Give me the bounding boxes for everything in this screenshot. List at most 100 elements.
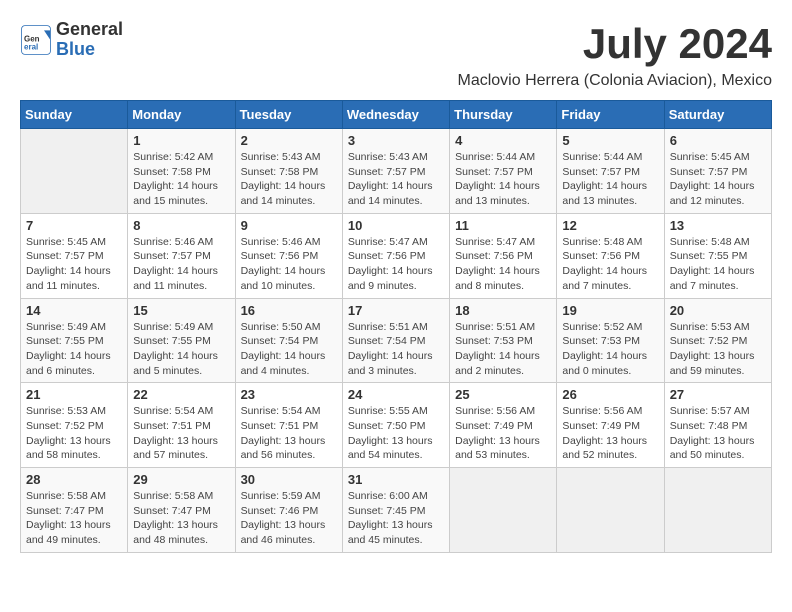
calendar-cell: 15 Sunrise: 5:49 AMSunset: 7:55 PMDayligh…: [128, 298, 235, 383]
day-number: 15: [133, 303, 229, 318]
day-of-week-header: Wednesday: [342, 101, 449, 129]
day-info: Sunrise: 5:46 AMSunset: 7:56 PMDaylight:…: [241, 235, 337, 294]
day-info: Sunrise: 5:53 AMSunset: 7:52 PMDaylight:…: [670, 320, 766, 379]
day-info: Sunrise: 5:46 AMSunset: 7:57 PMDaylight:…: [133, 235, 229, 294]
calendar-cell: 29 Sunrise: 5:58 AMSunset: 7:47 PMDayligh…: [128, 468, 235, 553]
day-number: 30: [241, 472, 337, 487]
day-info: Sunrise: 5:42 AMSunset: 7:58 PMDaylight:…: [133, 150, 229, 209]
day-info: Sunrise: 5:47 AMSunset: 7:56 PMDaylight:…: [455, 235, 551, 294]
day-info: Sunrise: 5:51 AMSunset: 7:54 PMDaylight:…: [348, 320, 444, 379]
logo-blue-text: Blue: [56, 39, 95, 59]
day-number: 23: [241, 387, 337, 402]
calendar-cell: 30 Sunrise: 5:59 AMSunset: 7:46 PMDayligh…: [235, 468, 342, 553]
calendar-cell: 26 Sunrise: 5:56 AMSunset: 7:49 PMDayligh…: [557, 383, 664, 468]
day-info: Sunrise: 5:50 AMSunset: 7:54 PMDaylight:…: [241, 320, 337, 379]
day-number: 7: [26, 218, 122, 233]
calendar-cell: 2Sunrise: 5:43 AMSunset: 7:58 PMDaylight…: [235, 129, 342, 214]
day-info: Sunrise: 5:56 AMSunset: 7:49 PMDaylight:…: [455, 404, 551, 463]
calendar-cell: [557, 468, 664, 553]
day-number: 4: [455, 133, 551, 148]
day-info: Sunrise: 5:54 AMSunset: 7:51 PMDaylight:…: [241, 404, 337, 463]
day-number: 22: [133, 387, 229, 402]
day-info: Sunrise: 5:47 AMSunset: 7:56 PMDaylight:…: [348, 235, 444, 294]
day-number: 11: [455, 218, 551, 233]
title-area: July 2024: [583, 20, 772, 68]
calendar-cell: 11 Sunrise: 5:47 AMSunset: 7:56 PMDayligh…: [450, 213, 557, 298]
calendar-cell: 3 Sunrise: 5:43 AMSunset: 7:57 PMDaylight…: [342, 129, 449, 214]
calendar-cell: 27Sunrise: 5:57 AMSunset: 7:48 PMDayligh…: [664, 383, 771, 468]
day-number: 28: [26, 472, 122, 487]
day-number: 26: [562, 387, 658, 402]
day-info: Sunrise: 5:43 AMSunset: 7:57 PMDaylight:…: [348, 150, 444, 209]
day-number: 27: [670, 387, 766, 402]
calendar-cell: 31Sunrise: 6:00 AMSunset: 7:45 PMDayligh…: [342, 468, 449, 553]
day-info: Sunrise: 5:49 AMSunset: 7:55 PMDaylight:…: [26, 320, 122, 379]
calendar-cell: 16 Sunrise: 5:50 AMSunset: 7:54 PMDayligh…: [235, 298, 342, 383]
calendar-table: SundayMondayTuesdayWednesdayThursdayFrid…: [20, 100, 772, 553]
day-number: 9: [241, 218, 337, 233]
day-info: Sunrise: 5:49 AMSunset: 7:55 PMDaylight:…: [133, 320, 229, 379]
day-info: Sunrise: 5:48 AMSunset: 7:56 PMDaylight:…: [562, 235, 658, 294]
calendar-cell: 20 Sunrise: 5:53 AMSunset: 7:52 PMDayligh…: [664, 298, 771, 383]
day-number: 3: [348, 133, 444, 148]
day-info: Sunrise: 5:43 AMSunset: 7:58 PMDaylight:…: [241, 150, 337, 209]
logo-icon: Gen eral: [20, 24, 52, 56]
day-info: Sunrise: 5:48 AMSunset: 7:55 PMDaylight:…: [670, 235, 766, 294]
day-of-week-header: Friday: [557, 101, 664, 129]
location-title: Maclovio Herrera (Colonia Aviacion), Mex…: [20, 72, 772, 90]
calendar-cell: 17 Sunrise: 5:51 AMSunset: 7:54 PMDayligh…: [342, 298, 449, 383]
day-number: 29: [133, 472, 229, 487]
day-info: Sunrise: 5:58 AMSunset: 7:47 PMDaylight:…: [26, 489, 122, 548]
day-number: 14: [26, 303, 122, 318]
day-number: 21: [26, 387, 122, 402]
calendar-cell: 18Sunrise: 5:51 AMSunset: 7:53 PMDayligh…: [450, 298, 557, 383]
logo-general-text: General: [56, 19, 123, 39]
month-title: July 2024: [583, 20, 772, 68]
calendar-cell: 19 Sunrise: 5:52 AMSunset: 7:53 PMDayligh…: [557, 298, 664, 383]
calendar-cell: 25 Sunrise: 5:56 AMSunset: 7:49 PMDayligh…: [450, 383, 557, 468]
day-number: 12: [562, 218, 658, 233]
day-info: Sunrise: 5:54 AMSunset: 7:51 PMDaylight:…: [133, 404, 229, 463]
calendar-cell: 10 Sunrise: 5:47 AMSunset: 7:56 PMDayligh…: [342, 213, 449, 298]
day-info: Sunrise: 5:59 AMSunset: 7:46 PMDaylight:…: [241, 489, 337, 548]
calendar-cell: 24Sunrise: 5:55 AMSunset: 7:50 PMDayligh…: [342, 383, 449, 468]
day-number: 18: [455, 303, 551, 318]
day-info: Sunrise: 5:44 AMSunset: 7:57 PMDaylight:…: [562, 150, 658, 209]
day-info: Sunrise: 5:53 AMSunset: 7:52 PMDaylight:…: [26, 404, 122, 463]
day-number: 19: [562, 303, 658, 318]
day-number: 17: [348, 303, 444, 318]
calendar-cell: 5 Sunrise: 5:44 AMSunset: 7:57 PMDaylight…: [557, 129, 664, 214]
day-info: Sunrise: 5:52 AMSunset: 7:53 PMDaylight:…: [562, 320, 658, 379]
calendar-cell: 9 Sunrise: 5:46 AMSunset: 7:56 PMDaylight…: [235, 213, 342, 298]
day-number: 31: [348, 472, 444, 487]
day-number: 5: [562, 133, 658, 148]
day-info: Sunrise: 5:44 AMSunset: 7:57 PMDaylight:…: [455, 150, 551, 209]
day-number: 13: [670, 218, 766, 233]
day-number: 6: [670, 133, 766, 148]
day-of-week-header: Sunday: [21, 101, 128, 129]
calendar-cell: 8Sunrise: 5:46 AMSunset: 7:57 PMDaylight…: [128, 213, 235, 298]
svg-text:eral: eral: [24, 42, 38, 51]
day-number: 24: [348, 387, 444, 402]
calendar-cell: 4 Sunrise: 5:44 AMSunset: 7:57 PMDaylight…: [450, 129, 557, 214]
day-number: 1: [133, 133, 229, 148]
calendar-cell: [450, 468, 557, 553]
calendar-cell: 1 Sunrise: 5:42 AMSunset: 7:58 PMDaylight…: [128, 129, 235, 214]
day-info: Sunrise: 5:45 AMSunset: 7:57 PMDaylight:…: [26, 235, 122, 294]
day-number: 25: [455, 387, 551, 402]
day-info: Sunrise: 5:45 AMSunset: 7:57 PMDaylight:…: [670, 150, 766, 209]
day-info: Sunrise: 5:56 AMSunset: 7:49 PMDaylight:…: [562, 404, 658, 463]
day-number: 16: [241, 303, 337, 318]
logo: Gen eral General Blue: [20, 20, 123, 60]
calendar-cell: 7 Sunrise: 5:45 AMSunset: 7:57 PMDaylight…: [21, 213, 128, 298]
day-of-week-header: Thursday: [450, 101, 557, 129]
day-number: 20: [670, 303, 766, 318]
calendar-cell: 23 Sunrise: 5:54 AMSunset: 7:51 PMDayligh…: [235, 383, 342, 468]
day-of-week-header: Tuesday: [235, 101, 342, 129]
calendar-cell: 6 Sunrise: 5:45 AMSunset: 7:57 PMDaylight…: [664, 129, 771, 214]
calendar-cell: 21 Sunrise: 5:53 AMSunset: 7:52 PMDayligh…: [21, 383, 128, 468]
day-info: Sunrise: 5:58 AMSunset: 7:47 PMDaylight:…: [133, 489, 229, 548]
calendar-cell: 22 Sunrise: 5:54 AMSunset: 7:51 PMDayligh…: [128, 383, 235, 468]
day-number: 10: [348, 218, 444, 233]
day-of-week-header: Saturday: [664, 101, 771, 129]
